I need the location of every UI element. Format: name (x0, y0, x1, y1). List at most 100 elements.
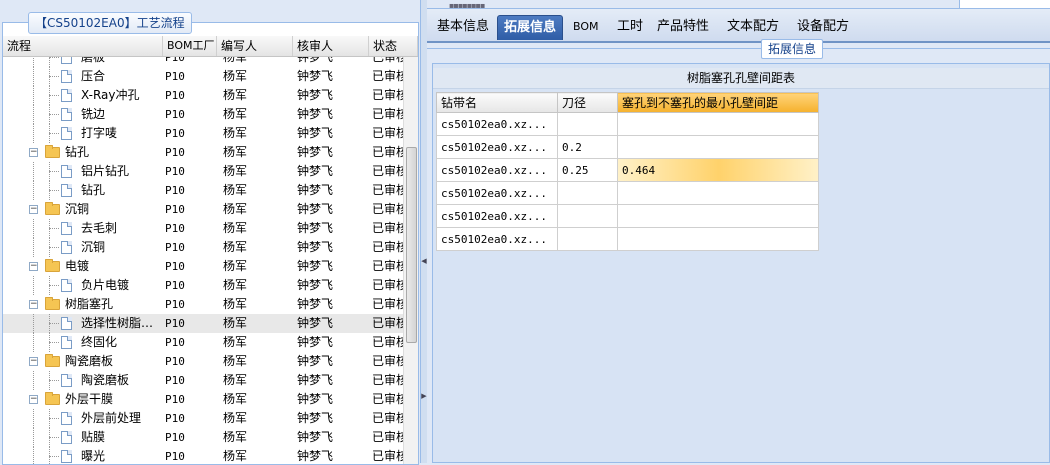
column-header-min-wall-spacing[interactable]: 塞孔到不塞孔的最小孔壁间距 (617, 92, 819, 113)
tree-leaf-row[interactable]: 铝片钻孔 P10 杨军 钟梦飞 已审核 (3, 162, 403, 181)
bom-factory-cell: P10 (165, 241, 185, 254)
tree-toggle-icon[interactable]: − (29, 300, 38, 309)
column-header-drill-tape[interactable]: 钻带名 (436, 92, 558, 113)
process-name-cell[interactable]: 去毛刺 (3, 219, 161, 238)
min-wall-spacing-cell[interactable] (617, 112, 819, 136)
min-wall-spacing-cell[interactable]: 0.464 (617, 158, 819, 182)
table-row[interactable]: cs50102ea0.xz... (436, 204, 819, 228)
process-name-cell[interactable]: 压合 (3, 67, 161, 86)
min-wall-spacing-cell[interactable] (617, 204, 819, 228)
tree-leaf-row[interactable]: 沉铜 P10 杨军 钟梦飞 已审核 (3, 238, 403, 257)
tree-toggle-icon[interactable]: − (29, 205, 38, 214)
vertical-scrollbar[interactable] (403, 57, 418, 464)
process-name-cell[interactable]: 磨板 (3, 57, 161, 67)
process-name-cell[interactable]: 终固化 (3, 333, 161, 352)
tree-folder-row[interactable]: − 陶瓷磨板 P10 杨军 钟梦飞 已审核 (3, 352, 403, 371)
tree-leaf-row[interactable]: 选择性树脂… P10 杨军 钟梦飞 已审核 (3, 314, 403, 333)
tree-leaf-row[interactable]: 终固化 P10 杨军 钟梦飞 已审核 (3, 333, 403, 352)
tree-leaf-row[interactable]: 去毛刺 P10 杨军 钟梦飞 已审核 (3, 219, 403, 238)
process-name-cell[interactable]: 负片电镀 (3, 276, 161, 295)
tree-leaf-row[interactable]: 负片电镀 P10 杨军 钟梦飞 已审核 (3, 276, 403, 295)
drill-tape-cell[interactable]: cs50102ea0.xz... (436, 227, 558, 251)
tree-leaf-row[interactable]: 贴膜 P10 杨军 钟梦飞 已审核 (3, 428, 403, 447)
drill-tape-cell[interactable]: cs50102ea0.xz... (436, 158, 558, 182)
tree-folder-row[interactable]: − 外层干膜 P10 杨军 钟梦飞 已审核 (3, 390, 403, 409)
tool-diameter-cell[interactable] (557, 227, 618, 251)
process-name-cell[interactable]: − 电镀 (3, 257, 161, 276)
process-name-cell[interactable]: 铣边 (3, 105, 161, 124)
tree-folder-row[interactable]: − 树脂塞孔 P10 杨军 钟梦飞 已审核 (3, 295, 403, 314)
tree-leaf-row[interactable]: 陶瓷磨板 P10 杨军 钟梦飞 已审核 (3, 371, 403, 390)
tree-line (49, 323, 59, 324)
process-name-cell[interactable]: 沉铜 (3, 238, 161, 257)
tree-toggle-icon[interactable]: − (29, 262, 38, 271)
tree-leaf-row[interactable]: 压合 P10 杨军 钟梦飞 已审核 (3, 67, 403, 86)
process-name-cell[interactable]: 外层前处理 (3, 409, 161, 428)
table-row[interactable]: cs50102ea0.xz... 0.25 0.464 (436, 158, 819, 182)
min-wall-spacing-cell[interactable] (617, 227, 819, 251)
tab-7[interactable]: 设备配方 (791, 15, 855, 39)
tree-leaf-row[interactable]: 铣边 P10 杨军 钟梦飞 已审核 (3, 105, 403, 124)
column-header-bom-factory[interactable]: BOM工厂 (163, 36, 217, 56)
tree-leaf-row[interactable]: 外层前处理 P10 杨军 钟梦飞 已审核 (3, 409, 403, 428)
tool-diameter-cell[interactable] (557, 204, 618, 228)
process-name-cell[interactable]: − 陶瓷磨板 (3, 352, 161, 371)
tab-3[interactable]: BOM (567, 15, 605, 39)
tab-5[interactable]: 产品特性 (651, 15, 715, 39)
process-name-cell[interactable]: 打字唛 (3, 124, 161, 143)
process-name-cell[interactable]: 曝光 (3, 447, 161, 464)
tree-toggle-icon[interactable]: − (29, 395, 38, 404)
tab-4[interactable]: 工时 (611, 15, 649, 39)
tool-diameter-cell[interactable] (557, 181, 618, 205)
tree-leaf-row[interactable]: 钻孔 P10 杨军 钟梦飞 已审核 (3, 181, 403, 200)
tree-leaf-row[interactable]: 曝光 P10 杨军 钟梦飞 已审核 (3, 447, 403, 464)
writer-cell: 杨军 (223, 145, 248, 159)
tree-folder-row[interactable]: − 钻孔 P10 杨军 钟梦飞 已审核 (3, 143, 403, 162)
drill-tape-cell[interactable]: cs50102ea0.xz... (436, 112, 558, 136)
tree-leaf-row[interactable]: 打字唛 P10 杨军 钟梦飞 已审核 (3, 124, 403, 143)
tab-2[interactable]: 拓展信息 (497, 15, 564, 40)
document-icon (61, 57, 72, 64)
table-row[interactable]: cs50102ea0.xz... (436, 112, 819, 136)
scrollbar-thumb[interactable] (406, 147, 417, 343)
table-row[interactable]: cs50102ea0.xz... (436, 227, 819, 251)
tree-folder-row[interactable]: − 电镀 P10 杨军 钟梦飞 已审核 (3, 257, 403, 276)
tool-diameter-cell[interactable]: 0.25 (557, 158, 618, 182)
process-name-cell[interactable]: 钻孔 (3, 181, 161, 200)
tree-leaf-row[interactable]: 磨板 P10 杨军 钟梦飞 已审核 (3, 57, 403, 67)
table-row[interactable]: cs50102ea0.xz... 0.2 (436, 135, 819, 159)
process-name-cell[interactable]: 贴膜 (3, 428, 161, 447)
drill-tape-cell[interactable]: cs50102ea0.xz... (436, 135, 558, 159)
status-cell: 已审核 (372, 240, 403, 254)
column-header-process[interactable]: 流程 (3, 36, 163, 56)
process-name-cell[interactable]: 铝片钻孔 (3, 162, 161, 181)
process-name-cell[interactable]: − 沉铜 (3, 200, 161, 219)
min-wall-spacing-cell[interactable] (617, 181, 819, 205)
tree-folder-row[interactable]: − 沉铜 P10 杨军 钟梦飞 已审核 (3, 200, 403, 219)
column-header-reviewer[interactable]: 核审人 (293, 36, 369, 56)
top-collapse-strip[interactable]: ▪▪▪▪▪▪▪▪ (427, 0, 1050, 10)
column-header-writer[interactable]: 编写人 (217, 36, 293, 56)
process-name-cell[interactable]: X-Ray冲孔 (3, 86, 161, 105)
tree-line (49, 380, 59, 381)
drill-tape-cell[interactable]: cs50102ea0.xz... (436, 204, 558, 228)
tab-1[interactable]: 基本信息 (431, 15, 495, 39)
tab-6[interactable]: 文本配方 (721, 15, 785, 39)
tool-diameter-cell[interactable]: 0.2 (557, 135, 618, 159)
tool-diameter-cell[interactable] (557, 112, 618, 136)
column-header-status[interactable]: 状态 (369, 36, 418, 56)
table-row[interactable]: cs50102ea0.xz... (436, 181, 819, 205)
process-name-cell[interactable]: 陶瓷磨板 (3, 371, 161, 390)
tree-toggle-icon[interactable]: − (29, 148, 38, 157)
process-name-cell[interactable]: − 外层干膜 (3, 390, 161, 409)
tree-line (33, 371, 34, 390)
drill-tape-cell[interactable]: cs50102ea0.xz... (436, 181, 558, 205)
process-name: 铝片钻孔 (81, 164, 130, 178)
tree-leaf-row[interactable]: X-Ray冲孔 P10 杨军 钟梦飞 已审核 (3, 86, 403, 105)
tree-toggle-icon[interactable]: − (29, 357, 38, 366)
process-name-cell[interactable]: − 树脂塞孔 (3, 295, 161, 314)
process-name-cell[interactable]: 选择性树脂… (3, 314, 161, 333)
column-header-tool-diameter[interactable]: 刀径 (557, 92, 618, 113)
process-name-cell[interactable]: − 钻孔 (3, 143, 161, 162)
min-wall-spacing-cell[interactable] (617, 135, 819, 159)
